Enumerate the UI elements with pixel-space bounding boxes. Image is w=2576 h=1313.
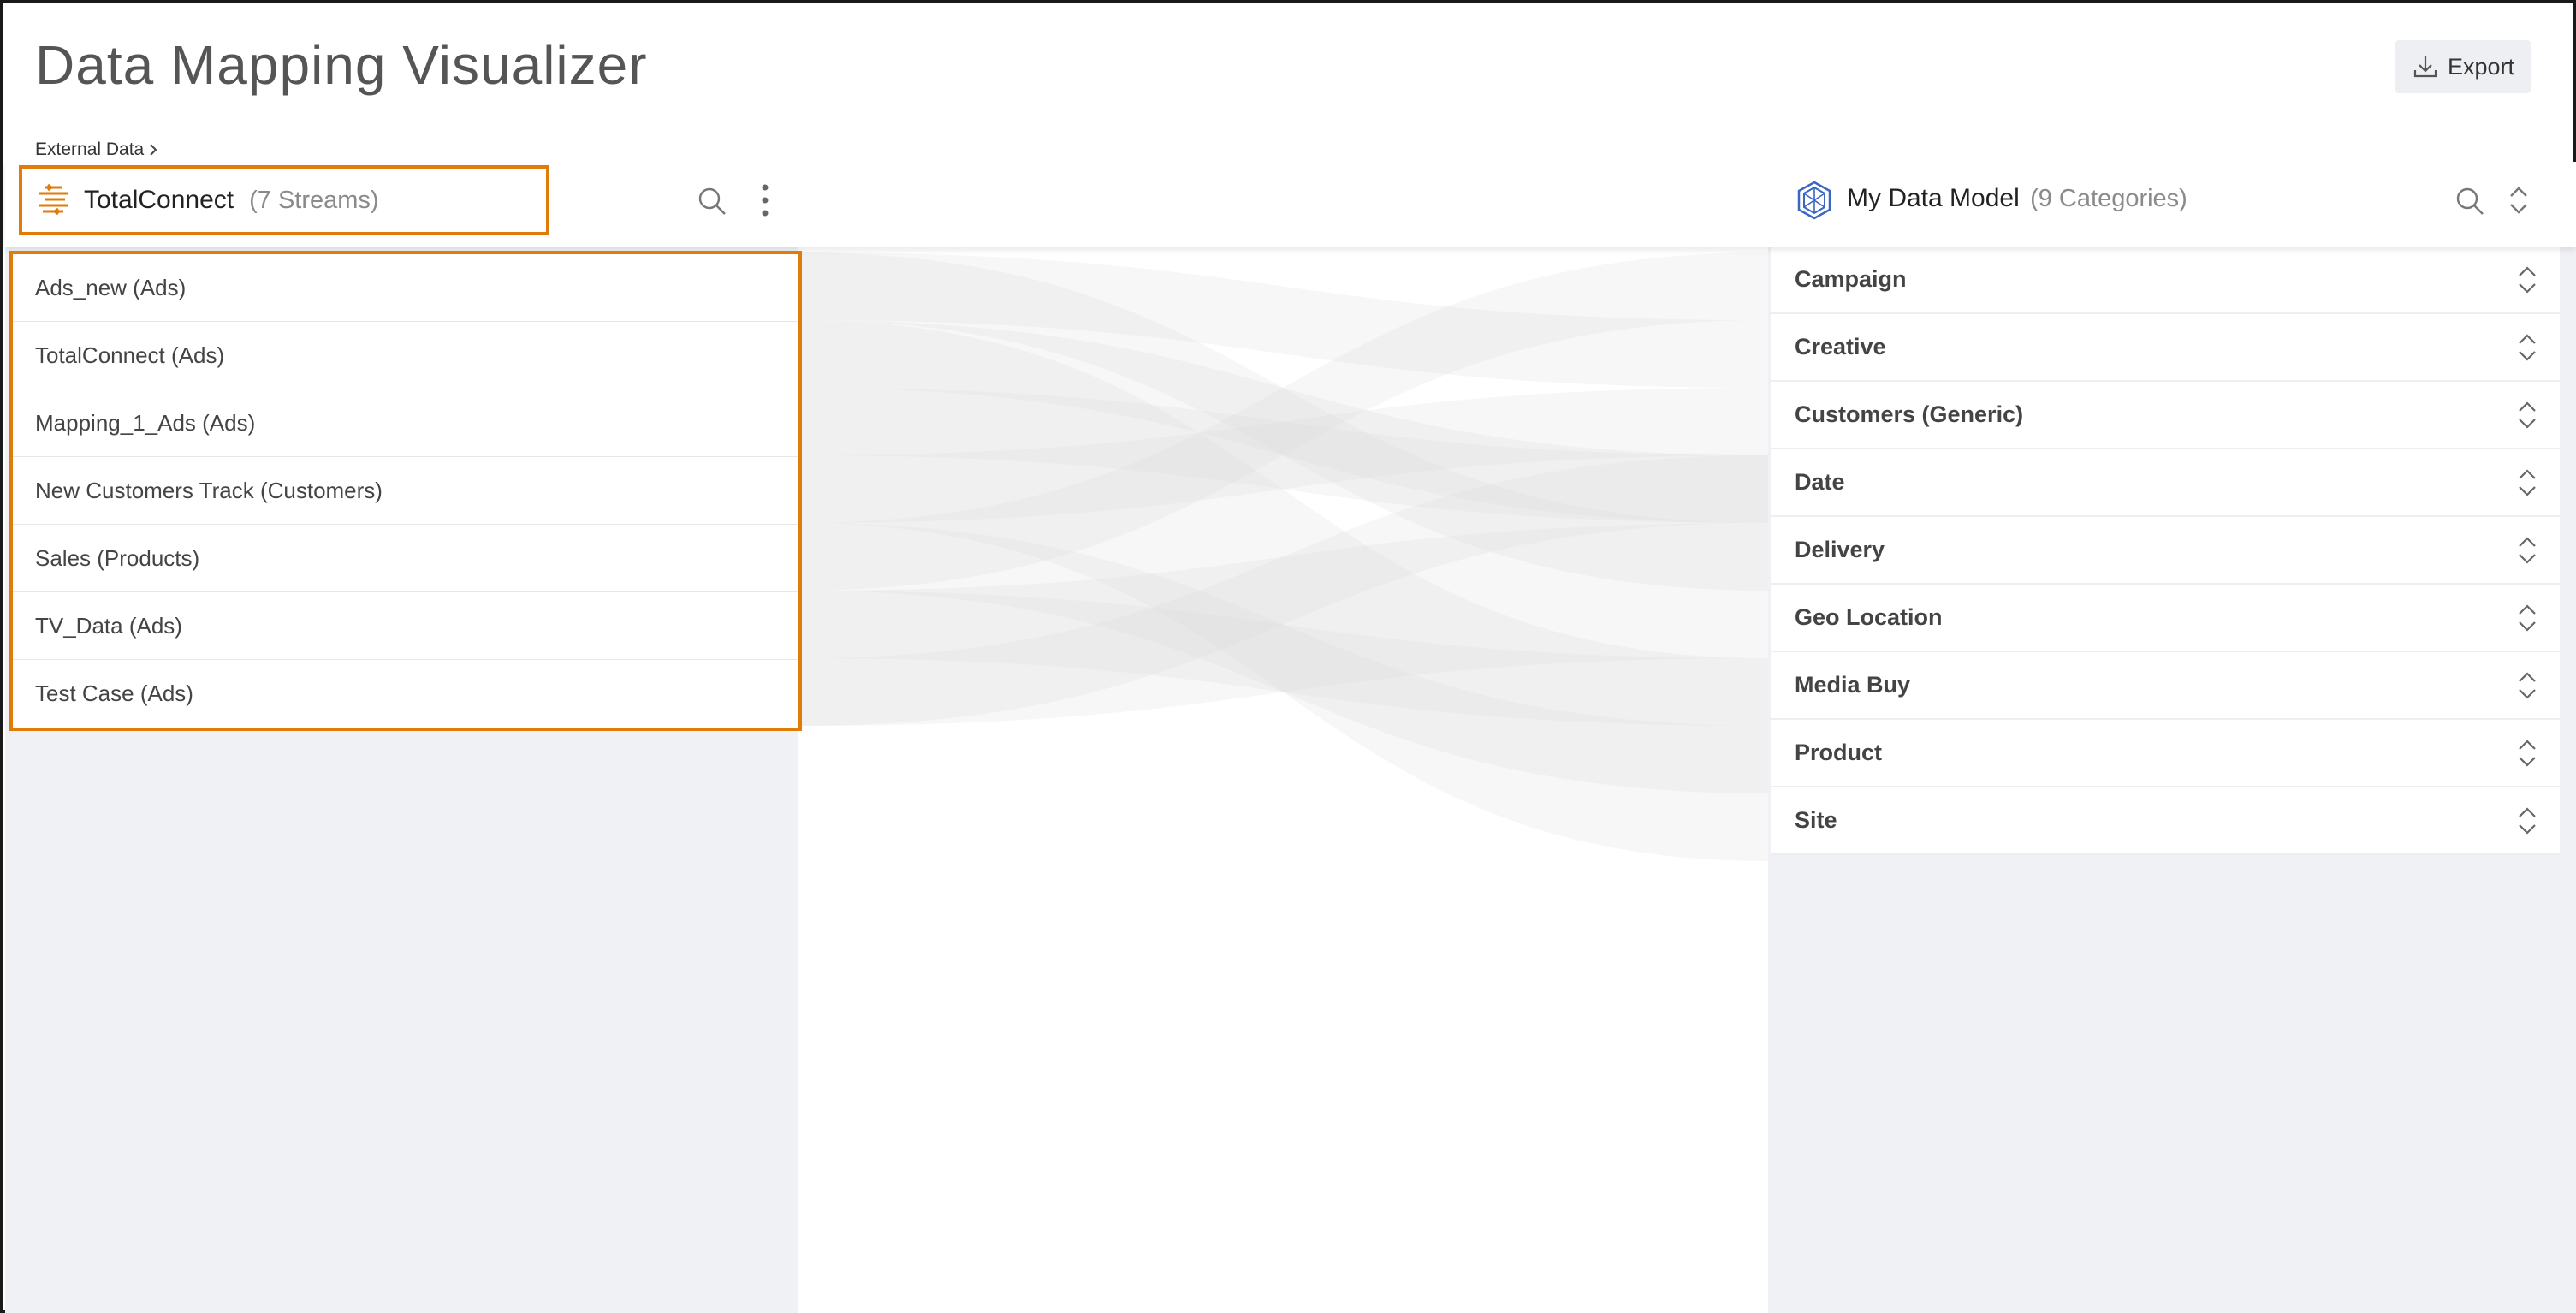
expand-collapse-icon[interactable]	[2515, 737, 2539, 769]
stream-item[interactable]: TV_Data (Ads)	[13, 592, 798, 660]
app-window: Data Mapping Visualizer Export External …	[0, 0, 2576, 1313]
category-label: Date	[1795, 469, 1845, 495]
expand-collapse-icon[interactable]	[2515, 805, 2539, 837]
category-item[interactable]: Site	[1771, 787, 2560, 855]
export-label: Export	[2447, 53, 2515, 80]
category-label: Product	[1795, 740, 1883, 765]
category-item[interactable]: Creative	[1771, 314, 2560, 382]
stream-item[interactable]: TotalConnect (Ads)	[13, 322, 798, 389]
category-label: Campaign	[1795, 266, 1907, 292]
breadcrumb-item-external-data[interactable]: External Data	[35, 140, 144, 160]
mapping-flow-area	[798, 247, 1768, 1313]
stream-item[interactable]: New Customers Track (Customers)	[13, 457, 798, 525]
stream-list: Ads_new (Ads) TotalConnect (Ads) Mapping_1…	[9, 251, 802, 731]
breadcrumb[interactable]: External Data	[35, 140, 159, 160]
expand-collapse-icon[interactable]	[2504, 182, 2533, 218]
category-label: Geo Location	[1795, 604, 1943, 630]
export-button[interactable]: Export	[2395, 40, 2531, 93]
category-item[interactable]: Customers (Generic)	[1771, 382, 2560, 449]
destination-title: My Data Model (9 Categories)	[1847, 184, 2187, 213]
category-label: Site	[1795, 807, 1837, 833]
page-title: Data Mapping Visualizer	[35, 34, 648, 96]
stream-item[interactable]: Sales (Products)	[13, 525, 798, 592]
expand-collapse-icon[interactable]	[2515, 264, 2539, 296]
category-label: Delivery	[1795, 537, 1885, 562]
category-label: Creative	[1795, 334, 1886, 359]
chevron-right-icon	[150, 144, 157, 156]
source-name: TotalConnect	[84, 186, 234, 214]
expand-collapse-icon[interactable]	[2515, 602, 2539, 634]
stream-item[interactable]: Ads_new (Ads)	[13, 254, 798, 322]
expand-collapse-icon[interactable]	[2515, 331, 2539, 364]
category-label: Media Buy	[1795, 672, 1911, 698]
stream-source-icon	[39, 183, 68, 216]
category-item[interactable]: Product	[1771, 720, 2560, 787]
category-item[interactable]: Delivery	[1771, 517, 2560, 585]
search-icon[interactable]	[2454, 186, 2485, 217]
category-label: Customers (Generic)	[1795, 401, 2024, 427]
download-icon	[2413, 56, 2437, 78]
destination-name: My Data Model	[1847, 184, 2020, 212]
expand-collapse-icon[interactable]	[2515, 534, 2539, 567]
category-item[interactable]: Media Buy	[1771, 652, 2560, 720]
category-item[interactable]: Geo Location	[1771, 585, 2560, 652]
search-icon[interactable]	[697, 186, 727, 217]
stream-item[interactable]: Test Case (Ads)	[13, 660, 798, 728]
data-model-icon	[1797, 181, 1831, 220]
source-stream-count: (7 Streams)	[249, 186, 379, 214]
expand-collapse-icon[interactable]	[2515, 669, 2539, 702]
category-item[interactable]: Campaign	[1771, 247, 2560, 314]
more-vertical-icon[interactable]	[750, 182, 781, 218]
stream-item[interactable]: Mapping_1_Ads (Ads)	[13, 389, 798, 457]
expand-collapse-icon[interactable]	[2515, 466, 2539, 499]
category-item[interactable]: Date	[1771, 449, 2560, 517]
mapping-header: TotalConnect (7 Streams) My Data Model (…	[5, 162, 2576, 247]
category-list: Campaign Creative Customers (Generic) Date D…	[1771, 247, 2560, 855]
destination-category-count: (9 Categories)	[2030, 185, 2187, 212]
expand-collapse-icon[interactable]	[2515, 399, 2539, 431]
mapping-flows	[798, 253, 1768, 861]
source-selector[interactable]: TotalConnect (7 Streams)	[19, 165, 549, 235]
